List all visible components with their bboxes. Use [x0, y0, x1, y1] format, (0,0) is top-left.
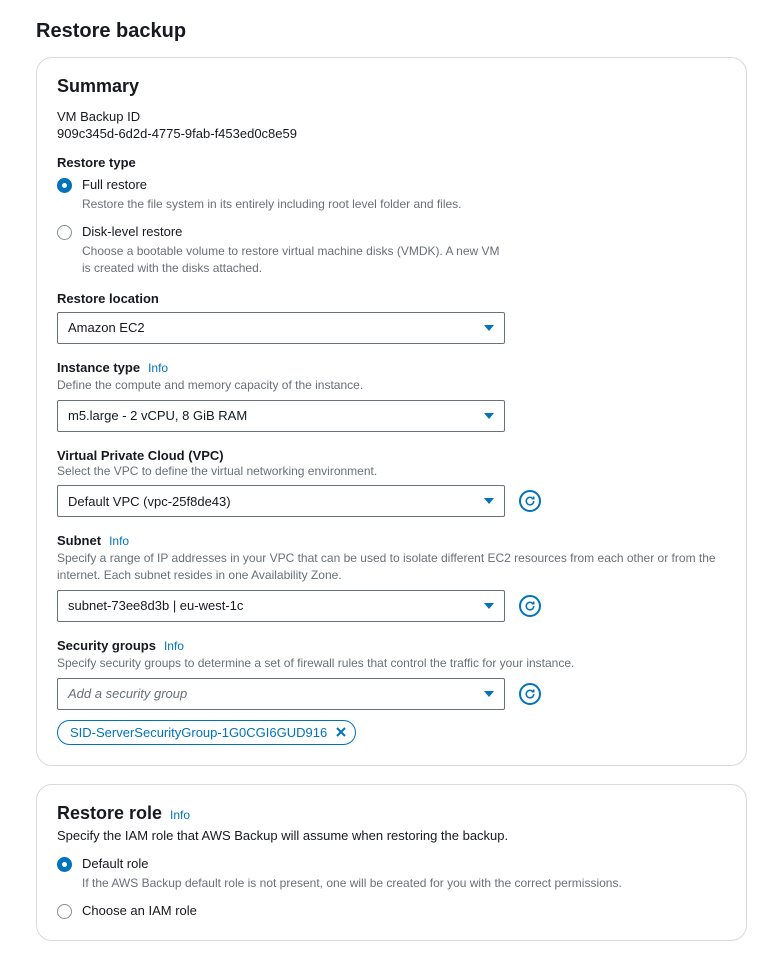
restore-location-group: Restore location Amazon EC2 [57, 291, 726, 344]
security-groups-help: Specify security groups to determine a s… [57, 655, 726, 672]
refresh-icon [524, 688, 536, 700]
subnet-help: Specify a range of IP addresses in your … [57, 550, 726, 584]
info-link[interactable]: Info [109, 534, 129, 548]
instance-type-group: Instance type Info Define the compute an… [57, 360, 726, 432]
restore-role-group: Default role If the AWS Backup default r… [57, 855, 726, 920]
select-value: Default VPC (vpc-25f8de43) [68, 494, 231, 509]
chevron-down-icon [484, 498, 494, 504]
vpc-select[interactable]: Default VPC (vpc-25f8de43) [57, 485, 505, 517]
chevron-down-icon [484, 413, 494, 419]
info-link[interactable]: Info [170, 808, 190, 822]
vpc-group: Virtual Private Cloud (VPC) Select the V… [57, 448, 726, 518]
radio-label: Full restore [82, 176, 726, 194]
summary-panel: Summary VM Backup ID 909c345d-6d2d-4775-… [36, 57, 747, 766]
radio-description: Choose a bootable volume to restore virt… [82, 243, 502, 277]
radio-label: Disk-level restore [82, 223, 726, 241]
instance-type-select[interactable]: m5.large - 2 vCPU, 8 GiB RAM [57, 400, 505, 432]
radio-description: If the AWS Backup default role is not pr… [82, 875, 726, 892]
restore-role-heading: Restore role [57, 803, 162, 824]
restore-type-group: Full restore Restore the file system in … [57, 176, 726, 277]
vpc-refresh-button[interactable] [519, 490, 541, 512]
radio-default-role[interactable]: Default role If the AWS Backup default r… [57, 855, 726, 892]
security-groups-group: Security groups Info Specify security gr… [57, 638, 726, 745]
security-groups-label: Security groups [57, 638, 156, 653]
chevron-down-icon [484, 603, 494, 609]
remove-tag-button[interactable] [335, 726, 347, 738]
summary-heading: Summary [57, 76, 726, 97]
page-title: Restore backup [36, 20, 747, 43]
restore-type-label: Restore type [57, 155, 726, 170]
select-value: Amazon EC2 [68, 320, 145, 335]
subnet-refresh-button[interactable] [519, 595, 541, 617]
select-value: m5.large - 2 vCPU, 8 GiB RAM [68, 408, 247, 423]
vpc-help: Select the VPC to define the virtual net… [57, 463, 726, 480]
restore-location-label: Restore location [57, 291, 726, 306]
radio-button-icon[interactable] [57, 225, 72, 240]
restore-location-select[interactable]: Amazon EC2 [57, 312, 505, 344]
restore-role-panel: Restore role Info Specify the IAM role t… [36, 784, 747, 941]
select-value: subnet-73ee8d3b | eu-west-1c [68, 598, 243, 613]
security-groups-select[interactable]: Add a security group [57, 678, 505, 710]
radio-label: Default role [82, 855, 726, 873]
refresh-icon [524, 600, 536, 612]
info-link[interactable]: Info [148, 361, 168, 375]
refresh-icon [524, 495, 536, 507]
backup-id-value: 909c345d-6d2d-4775-9fab-f453ed0c8e59 [57, 126, 726, 141]
radio-button-icon[interactable] [57, 857, 72, 872]
radio-full-restore[interactable]: Full restore Restore the file system in … [57, 176, 726, 213]
security-groups-refresh-button[interactable] [519, 683, 541, 705]
close-icon [335, 726, 347, 738]
radio-label: Choose an IAM role [82, 902, 726, 920]
info-link[interactable]: Info [164, 639, 184, 653]
radio-description: Restore the file system in its entirely … [82, 196, 502, 213]
security-group-tag: SID-ServerSecurityGroup-1G0CGI6GUD916 [57, 720, 356, 745]
tag-label: SID-ServerSecurityGroup-1G0CGI6GUD916 [70, 725, 327, 740]
subnet-group: Subnet Info Specify a range of IP addres… [57, 533, 726, 622]
instance-type-label: Instance type [57, 360, 140, 375]
instance-type-help: Define the compute and memory capacity o… [57, 377, 726, 394]
subnet-select[interactable]: subnet-73ee8d3b | eu-west-1c [57, 590, 505, 622]
radio-disk-level-restore[interactable]: Disk-level restore Choose a bootable vol… [57, 223, 726, 277]
radio-button-icon[interactable] [57, 178, 72, 193]
backup-id-label: VM Backup ID [57, 109, 726, 124]
subnet-label: Subnet [57, 533, 101, 548]
vpc-label: Virtual Private Cloud (VPC) [57, 448, 726, 463]
chevron-down-icon [484, 325, 494, 331]
chevron-down-icon [484, 691, 494, 697]
radio-choose-iam-role[interactable]: Choose an IAM role [57, 902, 726, 920]
select-placeholder: Add a security group [68, 686, 187, 701]
restore-role-desc: Specify the IAM role that AWS Backup wil… [57, 828, 726, 843]
radio-button-icon[interactable] [57, 904, 72, 919]
